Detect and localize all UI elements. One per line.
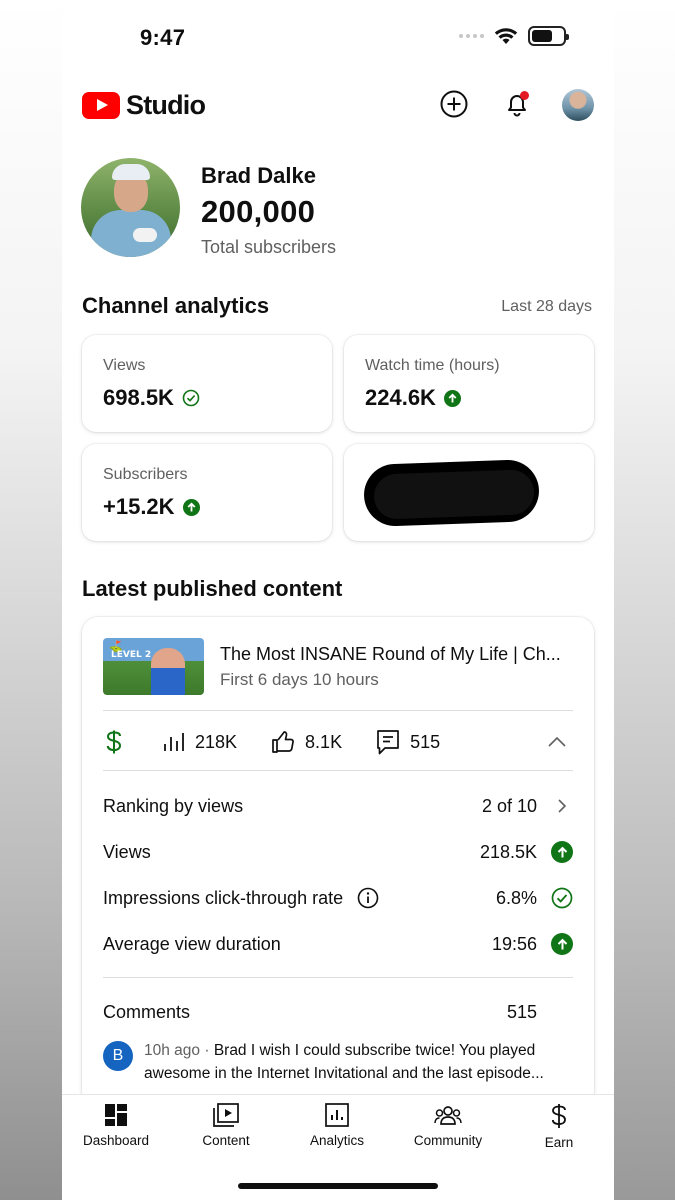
channel-name: Brad Dalke xyxy=(201,163,316,188)
nav-item-community[interactable]: Community xyxy=(393,1103,503,1148)
card-value: 698.5K xyxy=(103,385,174,410)
row-value: 19:56 xyxy=(491,933,537,954)
latest-content-title: Latest published content xyxy=(82,576,343,601)
subscriber-count: 200,000 xyxy=(201,194,316,229)
bottom-navigation: Dashboard Content Analytics Community Ea… xyxy=(62,1094,614,1200)
up-arrow-icon xyxy=(551,933,573,955)
home-indicator[interactable] xyxy=(238,1183,438,1189)
views-stat: 218K xyxy=(163,732,237,753)
avg-duration-row: Average view duration 19:56 xyxy=(103,931,573,957)
card-value-row: 698.5K xyxy=(103,385,200,411)
signal-dots-icon xyxy=(459,34,484,38)
phone-screen: 9:47 Studio Brad Dalke 200,000 Total sub… xyxy=(62,0,614,1200)
card-value: 224.6K xyxy=(365,385,436,410)
analytics-card-views[interactable]: Views 698.5K xyxy=(82,335,332,432)
up-arrow-icon xyxy=(182,498,200,516)
ranking-row[interactable]: Ranking by views 2 of 10 xyxy=(103,793,573,819)
card-value-row: 224.6K xyxy=(365,385,461,411)
nav-label: Community xyxy=(413,1133,483,1148)
views-stat-value: 218K xyxy=(195,731,238,752)
ctr-row: Impressions click-through rate 6.8% xyxy=(103,885,573,911)
thumbs-up-icon xyxy=(272,731,294,753)
bar-chart-icon xyxy=(164,733,184,751)
redaction-scribble xyxy=(362,458,541,528)
divider xyxy=(103,977,573,978)
dollar-icon xyxy=(551,1104,566,1128)
card-label: Subscribers xyxy=(103,466,188,483)
latest-content-card[interactable]: ⛳ LEVEL 2 The Most INSANE Round of My Li… xyxy=(82,617,594,1107)
card-value: +15.2K xyxy=(103,494,175,519)
notifications-bell-icon[interactable] xyxy=(502,89,532,119)
likes-stat-value: 8.1K xyxy=(305,731,343,752)
youtube-studio-logo[interactable]: Studio xyxy=(82,90,206,121)
check-circle-icon xyxy=(551,887,573,909)
video-meta: First 6 days 10 hours xyxy=(220,670,379,689)
channel-analytics-title: Channel analytics xyxy=(82,293,270,318)
comments-heading: Comments xyxy=(103,1002,191,1022)
analytics-icon xyxy=(325,1103,349,1127)
comment-text-block[interactable]: 10h ago · Brad I wish I could subscribe … xyxy=(144,1039,574,1085)
chevron-right-icon xyxy=(558,799,567,813)
dashboard-icon xyxy=(105,1104,127,1126)
comments-count: 515 xyxy=(507,1002,538,1022)
video-stats-bar: 218K 8.1K 515 xyxy=(103,725,573,759)
nav-label: Dashboard xyxy=(82,1133,150,1148)
content-icon xyxy=(213,1103,239,1127)
video-title[interactable]: The Most INSANE Round of My Life | Ch... xyxy=(220,644,561,665)
create-plus-icon[interactable] xyxy=(439,89,469,119)
wifi-icon xyxy=(494,28,518,44)
nav-label: Earn xyxy=(544,1135,574,1150)
card-label: Views xyxy=(103,357,146,374)
row-value: 218.5K xyxy=(479,841,537,862)
comment-icon xyxy=(377,730,399,755)
info-icon[interactable] xyxy=(357,887,379,909)
monetization-dollar-icon xyxy=(106,730,122,754)
views-row: Views 218.5K xyxy=(103,839,573,865)
nav-item-analytics[interactable]: Analytics xyxy=(282,1103,392,1148)
battery-icon xyxy=(528,26,569,46)
video-thumbnail[interactable]: ⛳ LEVEL 2 xyxy=(103,638,204,695)
collapse-chevron-up-icon[interactable] xyxy=(547,736,567,748)
analytics-card-watch-time[interactable]: Watch time (hours) 224.6K xyxy=(344,335,594,432)
backdrop-right xyxy=(613,0,675,1200)
divider xyxy=(103,770,573,771)
thumbnail-person xyxy=(151,648,185,695)
row-label: Impressions click-through rate xyxy=(103,887,344,908)
up-arrow-icon xyxy=(551,841,573,863)
check-circle-icon xyxy=(182,389,200,407)
row-value: 6.8% xyxy=(495,887,537,908)
row-value: 2 of 10 xyxy=(481,795,537,816)
account-avatar[interactable] xyxy=(562,89,594,121)
backdrop-left xyxy=(0,0,62,1200)
card-label: Watch time (hours) xyxy=(365,357,500,374)
row-label: Average view duration xyxy=(103,933,281,954)
commenter-avatar: B xyxy=(103,1041,133,1071)
status-time: 9:47 xyxy=(140,25,186,50)
channel-avatar xyxy=(81,158,180,257)
studio-wordmark: Studio xyxy=(126,90,206,120)
status-icons xyxy=(459,26,569,46)
analytics-period[interactable]: Last 28 days xyxy=(501,298,592,316)
nav-label: Analytics xyxy=(309,1133,365,1148)
divider xyxy=(103,710,573,711)
youtube-play-icon xyxy=(82,92,120,119)
analytics-card-redacted[interactable] xyxy=(344,444,594,541)
likes-stat: 8.1K xyxy=(271,730,342,754)
analytics-card-subscribers[interactable]: Subscribers +15.2K xyxy=(82,444,332,541)
nav-item-dashboard[interactable]: Dashboard xyxy=(62,1103,171,1148)
comment-time: 10h ago xyxy=(144,1042,201,1059)
comments-stat-value: 515 xyxy=(410,731,441,752)
up-arrow-icon xyxy=(443,389,461,407)
nav-item-earn[interactable]: Earn xyxy=(504,1103,614,1150)
nav-label: Content xyxy=(202,1133,250,1148)
card-value-row: +15.2K xyxy=(103,494,200,520)
community-icon xyxy=(434,1106,462,1125)
nav-item-content[interactable]: Content xyxy=(171,1103,281,1148)
comments-stat: 515 xyxy=(376,729,440,755)
subscriber-label: Total subscribers xyxy=(201,237,337,257)
thumbnail-text: LEVEL 2 xyxy=(111,650,152,660)
row-label: Ranking by views xyxy=(103,795,244,816)
row-label: Views xyxy=(103,841,151,862)
